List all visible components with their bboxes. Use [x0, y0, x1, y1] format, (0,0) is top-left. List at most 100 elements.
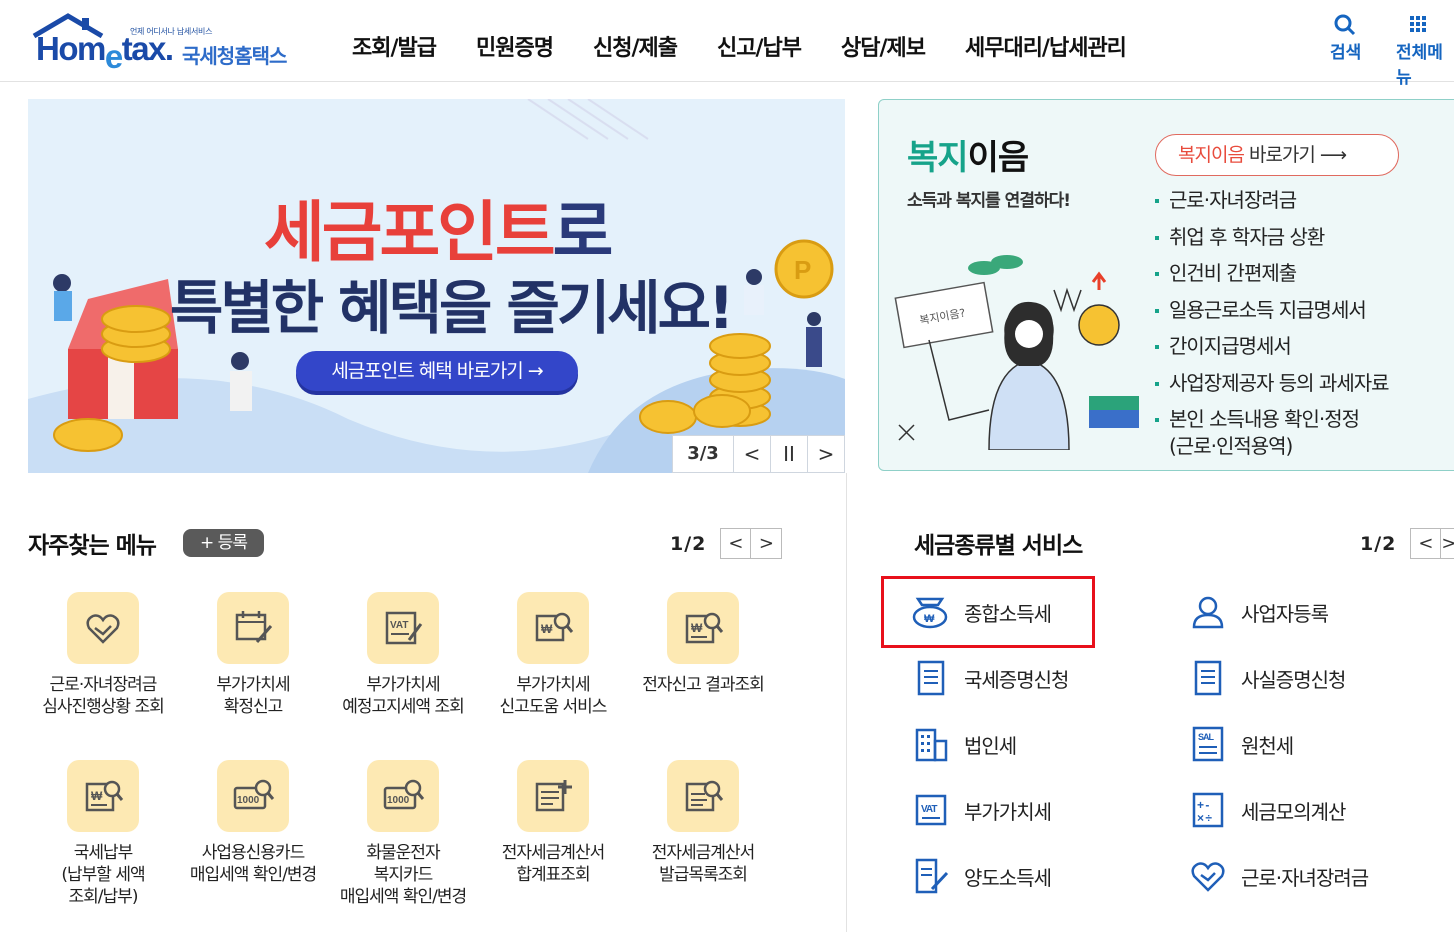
tax-item-business-registration[interactable]: 사업자등록: [1189, 593, 1329, 631]
freq-item-label: 화물운전자 복지카드 매입세액 확인/변경: [339, 843, 467, 907]
search-button[interactable]: 검색: [1330, 12, 1361, 63]
document-icon: [912, 659, 950, 697]
welfare-link-item[interactable]: 근로·자녀장려금: [1155, 182, 1389, 219]
tax-prev-button[interactable]: <: [1410, 528, 1442, 559]
welfare-link-item[interactable]: 본인 소득내용 확인·정정 (근로·인적용역): [1155, 406, 1389, 460]
svg-text:+ -: + -: [1197, 798, 1209, 812]
tax-item-eitc[interactable]: 근로·자녀장려금: [1189, 857, 1369, 895]
tax-item-label: 사실증명신청: [1241, 667, 1346, 692]
tax-item-corporate-tax[interactable]: 법인세: [912, 725, 1017, 763]
banner-prev-button[interactable]: <: [733, 436, 770, 472]
svg-text:1000: 1000: [387, 795, 410, 806]
freq-item-eitc-status[interactable]: 근로·자녀장려금 심사진행상황 조회: [28, 592, 178, 718]
tax-point-benefit-button[interactable]: 세금포인트 혜택 바로가기 →: [296, 351, 578, 391]
salary-doc-icon: SAL: [1189, 725, 1227, 763]
svg-text:× ÷: × ÷: [1197, 811, 1212, 825]
tax-pager: 1/2 < >: [1360, 528, 1454, 559]
svg-text:VAT: VAT: [390, 620, 409, 631]
calculator-icon: + - × ÷: [1189, 791, 1227, 829]
svg-text:1000: 1000: [237, 795, 260, 806]
won-search-icon: ₩: [517, 592, 589, 664]
tax-item-label: 원천세: [1241, 733, 1294, 758]
vat-pen-icon: VAT: [367, 592, 439, 664]
invoice-search-icon: [667, 760, 739, 832]
won-doc-search-icon: ₩: [67, 760, 139, 832]
welfare-link-item[interactable]: 취업 후 학자금 상환: [1155, 219, 1389, 256]
welfare-panel: 복지이음 소득과 복지를 연결하다! 복지이음? 복지이음 바로가기 ⟶ 근로·…: [878, 99, 1454, 471]
freq-item-vat-final[interactable]: 부가가치세 확정신고: [178, 592, 328, 718]
nav-consult-report[interactable]: 상담/제보: [841, 30, 926, 62]
card-search-icon: 1000: [217, 760, 289, 832]
freq-item-einvoice-list[interactable]: 전자세금계산서 발급목록조회: [628, 760, 778, 886]
tax-item-withholding[interactable]: SAL 원천세: [1189, 725, 1294, 763]
tax-item-tax-simulation[interactable]: + - × ÷ 세금모의계산: [1189, 791, 1346, 829]
svg-text:₩: ₩: [91, 789, 103, 803]
banner-controls: 3/3 < II >: [672, 435, 845, 473]
nav-apply-submit[interactable]: 신청/제출: [593, 30, 678, 62]
logo-wordmark: Hometax.: [36, 30, 174, 75]
freq-item-business-card[interactable]: 1000 사업용신용카드 매입세액 확인/변경: [178, 760, 328, 886]
freq-item-einvoice-summary[interactable]: 전자세금계산서 합계표조회: [478, 760, 628, 886]
welfare-link-item[interactable]: 간이지급명세서: [1155, 328, 1389, 365]
freq-menu-title: 자주찾는 메뉴: [28, 533, 157, 559]
nav-report-pay[interactable]: 신고/납부: [717, 30, 802, 62]
freq-item-tax-payment[interactable]: ₩ 국세납부 (납부할 세액 조회/납부): [28, 760, 178, 908]
search-label: 검색: [1330, 43, 1362, 63]
banner-page-indicator: 3/3: [687, 443, 719, 464]
tax-item-label: 사업자등록: [1241, 601, 1329, 626]
tax-next-button[interactable]: >: [1441, 528, 1454, 559]
nav-civil-certificate[interactable]: 민원증명: [476, 30, 554, 62]
tax-item-capital-gains[interactable]: 양도소득세: [912, 857, 1052, 895]
freq-item-label: 전자신고 결과조회: [642, 675, 765, 695]
vat-doc-icon: VAT: [912, 791, 950, 829]
won-doc-search-icon: ₩: [667, 592, 739, 664]
doc-pen-icon: [912, 857, 950, 895]
all-menu-button[interactable]: 전체메뉴: [1396, 12, 1454, 88]
tax-item-fact-certificate[interactable]: 사실증명신청: [1189, 659, 1346, 697]
freq-item-vat-help[interactable]: ₩ 부가가치세 신고도움 서비스: [478, 592, 628, 718]
svg-text:SAL: SAL: [1198, 732, 1215, 742]
tax-item-label: 근로·자녀장려금: [1241, 865, 1369, 890]
freq-next-button[interactable]: >: [751, 528, 783, 559]
section-divider: [846, 473, 847, 932]
hometax-logo[interactable]: 언제 어디서나 납세서비스 Hometax. 국세청홈택스: [26, 8, 306, 75]
banner-title-line2: 특별한 혜택을 즐기세요!: [170, 274, 734, 342]
building-icon: [912, 725, 950, 763]
freq-item-efiling-result[interactable]: ₩ 전자신고 결과조회: [628, 592, 778, 696]
promo-banner[interactable]: P 세금포인트로 특별한 혜택을 즐기세요! 세금포인트 혜택 바로가기 → 3…: [28, 99, 845, 473]
all-menu-label: 전체메뉴: [1396, 43, 1443, 88]
freq-prev-button[interactable]: <: [720, 528, 752, 559]
welfare-link-list: 근로·자녀장려금 취업 후 학자금 상환 인건비 간편제출 일용근로소득 지급명…: [1155, 182, 1390, 460]
welfare-title: 복지이음: [907, 138, 1029, 178]
tax-item-vat[interactable]: VAT 부가가치세: [912, 791, 1052, 829]
tax-item-label: 법인세: [964, 733, 1017, 758]
svg-text:₩: ₩: [691, 621, 703, 635]
freq-register-button[interactable]: + 등록: [183, 529, 264, 557]
search-icon: [1334, 14, 1356, 36]
freq-item-label: 전자세금계산서 발급목록조회: [651, 843, 755, 885]
tax-item-label: 양도소득세: [964, 865, 1052, 890]
freq-item-label: 국세납부 (납부할 세액 조회/납부): [61, 843, 145, 907]
nav-inquiry-issue[interactable]: 조회/발급: [352, 30, 437, 62]
svg-text:₩: ₩: [541, 622, 553, 636]
nav-tax-agent[interactable]: 세무대리/납세관리: [965, 30, 1127, 62]
freq-item-label: 사업용신용카드 매입세액 확인/변경: [189, 843, 317, 885]
svg-text:VAT: VAT: [921, 804, 937, 815]
person-icon: [1189, 593, 1227, 631]
calendar-pen-icon: [217, 592, 289, 664]
grid-menu-icon: [1410, 16, 1426, 32]
heart-icon: [1189, 857, 1227, 895]
tax-item-tax-certificate[interactable]: 국세증명신청: [912, 659, 1069, 697]
freq-item-label: 부가가치세 확정신고: [216, 675, 290, 717]
welfare-link-item[interactable]: 사업장제공자 등의 과세자료: [1155, 365, 1390, 402]
banner-pause-button[interactable]: II: [770, 436, 807, 472]
freq-item-cargo-card[interactable]: 1000 화물운전자 복지카드 매입세액 확인/변경: [328, 760, 478, 908]
welfare-subtitle: 소득과 복지를 연결하다!: [907, 191, 1071, 211]
welfare-link-item[interactable]: 인건비 간편제출: [1155, 255, 1389, 292]
welfare-link-item[interactable]: 일용근로소득 지급명세서: [1155, 292, 1389, 329]
heart-hand-icon: [67, 592, 139, 664]
welfare-shortcut-button[interactable]: 복지이음 바로가기 ⟶: [1155, 134, 1399, 176]
tax-item-label: 세금모의계산: [1241, 799, 1346, 824]
banner-next-button[interactable]: >: [807, 436, 844, 472]
freq-item-vat-prenotice[interactable]: VAT 부가가치세 예정고지세액 조회: [328, 592, 478, 718]
